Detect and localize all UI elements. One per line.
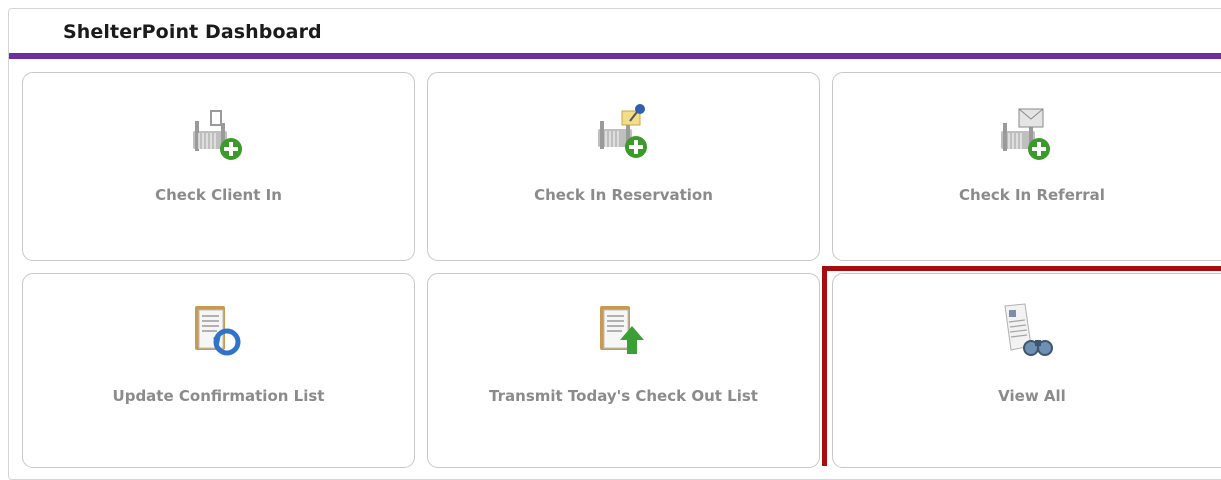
clipboard-refresh-icon bbox=[195, 306, 241, 356]
tile-label: View All bbox=[998, 387, 1066, 405]
tile-label: Transmit Today's Check Out List bbox=[489, 387, 758, 405]
dashboard-header: ShelterPoint Dashboard bbox=[8, 8, 1221, 52]
check-in-referral-button[interactable]: Check In Referral bbox=[832, 72, 1221, 261]
tile-label: Check Client In bbox=[155, 186, 282, 204]
view-all-button[interactable]: View All bbox=[832, 273, 1221, 468]
clipboard-upload-icon bbox=[600, 306, 644, 354]
check-client-in-button[interactable]: Check Client In bbox=[22, 72, 415, 261]
bed-pin-plus-icon bbox=[598, 104, 647, 158]
bed-plus-icon bbox=[193, 110, 242, 160]
transmit-check-out-list-button[interactable]: Transmit Today's Check Out List bbox=[427, 273, 820, 468]
tile-label: Update Confirmation List bbox=[112, 387, 325, 405]
bed-envelope-plus-icon bbox=[1001, 108, 1050, 160]
tile-label: Check In Reservation bbox=[534, 186, 713, 204]
document-binoculars-icon bbox=[1004, 303, 1053, 356]
tile-label: Check In Referral bbox=[959, 186, 1105, 204]
update-confirmation-list-button[interactable]: Update Confirmation List bbox=[22, 273, 415, 468]
header-accent-bar bbox=[9, 53, 1221, 59]
page-title: ShelterPoint Dashboard bbox=[63, 21, 322, 43]
check-in-reservation-button[interactable]: Check In Reservation bbox=[427, 72, 820, 261]
